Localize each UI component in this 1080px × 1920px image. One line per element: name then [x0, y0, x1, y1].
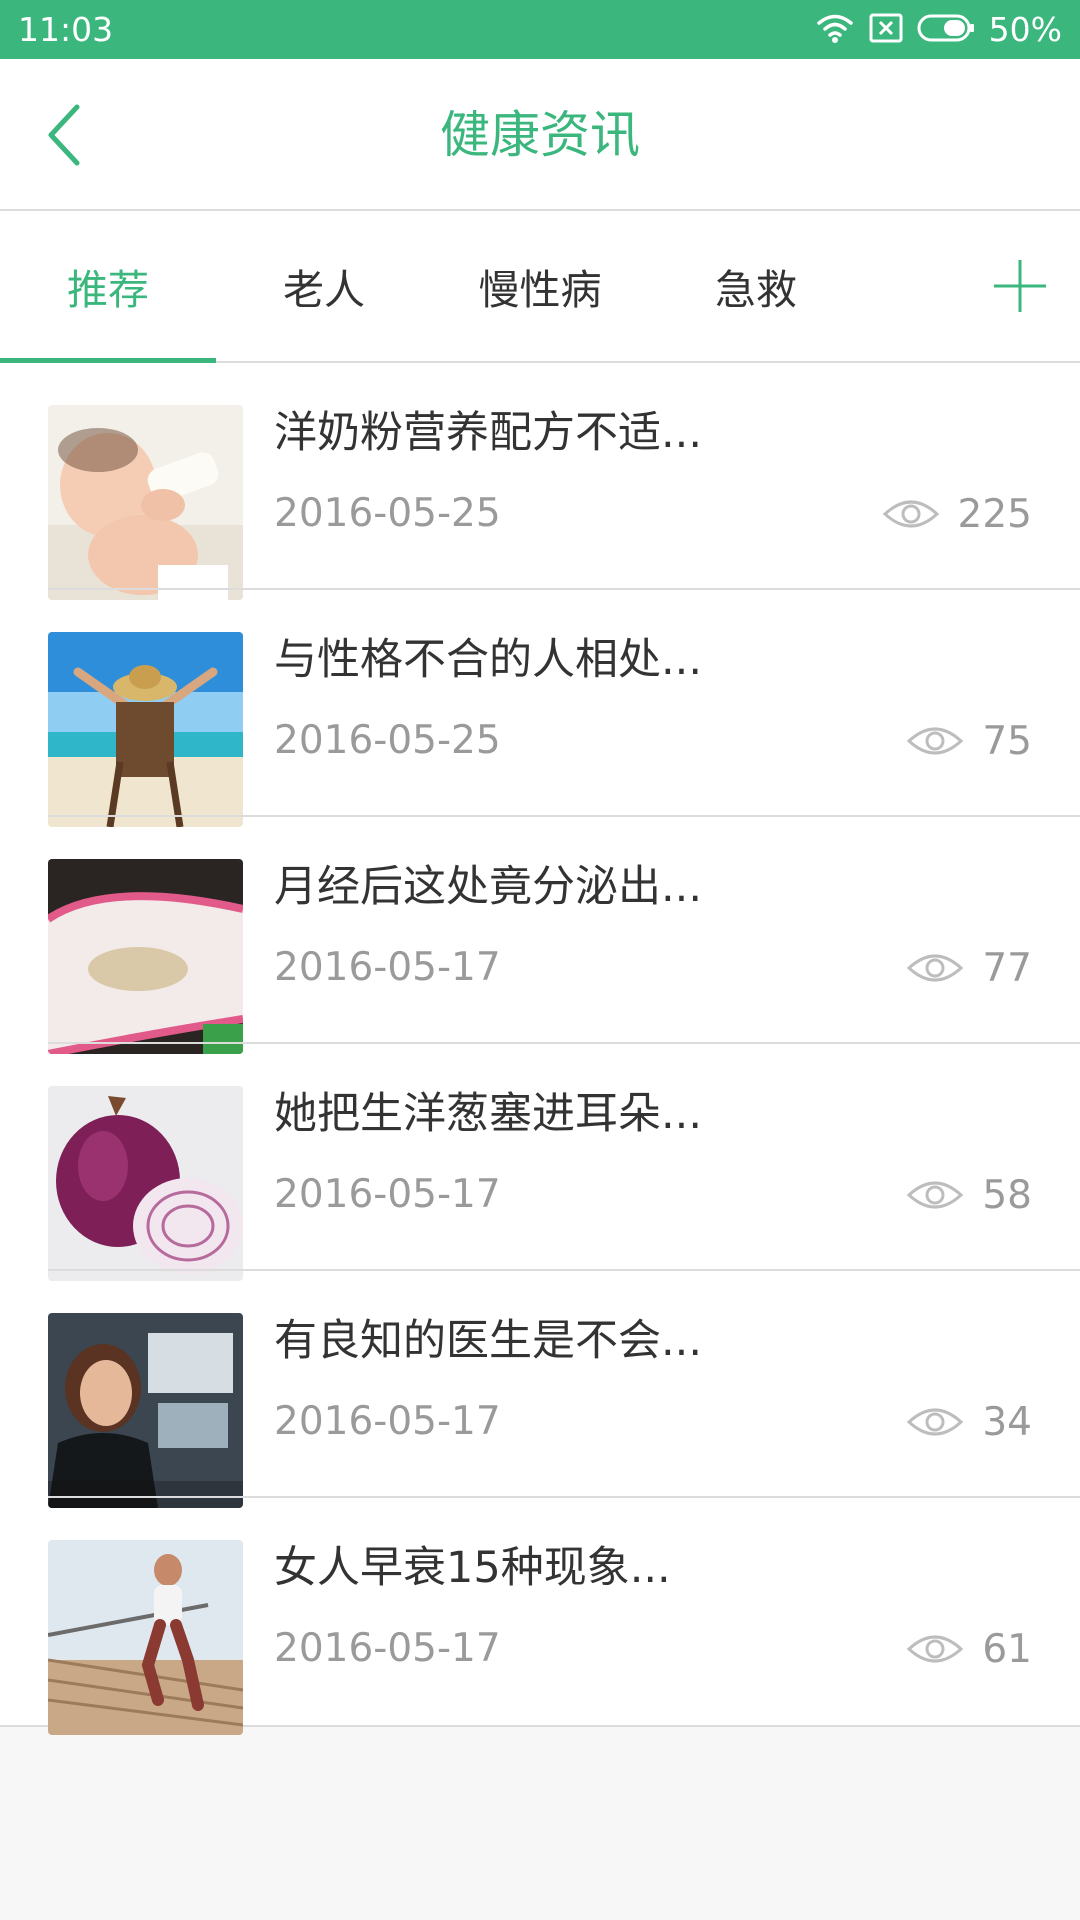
article-date: 2016-05-17 [274, 1626, 501, 1671]
runner-stairs-thumbnail [48, 1540, 243, 1735]
app-screen: 11:03 50% 健康资讯 推荐 老人 慢性病 急救 洋奶粉营养配方不适...… [0, 0, 1080, 1920]
article-title: 月经后这处竟分泌出... [274, 862, 703, 912]
title-bar: 健康资讯 [0, 59, 1080, 211]
eye-icon [907, 1408, 964, 1436]
article-date: 2016-05-17 [274, 945, 501, 990]
chevron-left-icon [48, 104, 80, 166]
list-item[interactable]: 女人早衰15种现象... 2016-05-17 61 [0, 1498, 1080, 1735]
article-list: 洋奶粉营养配方不适... 2016-05-25 225 与性格不合的人相处...… [0, 363, 1080, 1735]
article-title: 洋奶粉营养配方不适... [274, 408, 703, 458]
red-onion-thumbnail [48, 1086, 243, 1281]
tab-label: 推荐 [67, 266, 149, 314]
tab-recommend[interactable]: 推荐 [0, 211, 216, 363]
view-count-value: 77 [982, 945, 1032, 991]
view-count-value: 34 [982, 1399, 1032, 1445]
view-count-value: 58 [982, 1172, 1032, 1218]
status-bar: 11:03 50% [0, 0, 1080, 59]
doctor-video-thumbnail [48, 1313, 243, 1508]
tab-label: 慢性病 [478, 266, 602, 314]
status-time: 11:03 [18, 10, 114, 49]
category-tabs: 推荐 老人 慢性病 急救 [0, 211, 1080, 363]
article-date: 2016-05-25 [274, 718, 501, 763]
article-date: 2016-05-17 [274, 1399, 501, 1444]
plus-icon [994, 260, 1046, 312]
battery-percent: 50% [988, 10, 1062, 49]
eye-icon [907, 1181, 964, 1209]
view-count: 77 [906, 943, 1032, 993]
list-item[interactable]: 与性格不合的人相处... 2016-05-25 75 [0, 590, 1080, 827]
baby-bottle-thumbnail [48, 405, 243, 600]
tab-chronic-disease[interactable]: 慢性病 [432, 211, 648, 361]
view-count: 34 [906, 1397, 1032, 1447]
beach-chair-thumbnail [48, 632, 243, 827]
battery-icon [917, 14, 975, 46]
eye-icon [882, 500, 939, 528]
status-icons: 50% [815, 10, 1062, 50]
tab-label: 急救 [715, 266, 797, 314]
list-item[interactable]: 月经后这处竟分泌出... 2016-05-17 77 [0, 817, 1080, 1054]
list-item[interactable]: 她把生洋葱塞进耳朵... 2016-05-17 58 [0, 1044, 1080, 1281]
underwear-thumbnail [48, 859, 243, 1054]
article-title: 女人早衰15种现象... [274, 1543, 671, 1593]
article-date: 2016-05-17 [274, 1172, 501, 1217]
add-category-button[interactable] [980, 246, 1060, 326]
view-count-value: 61 [982, 1626, 1032, 1672]
tab-elderly[interactable]: 老人 [216, 211, 432, 361]
view-count: 75 [906, 716, 1032, 766]
back-button[interactable] [30, 99, 100, 171]
view-count-value: 225 [957, 491, 1032, 537]
article-title: 与性格不合的人相处... [274, 635, 703, 685]
article-title: 有良知的医生是不会... [274, 1316, 703, 1366]
tab-first-aid[interactable]: 急救 [648, 211, 864, 361]
page-title: 健康资讯 [440, 106, 640, 164]
article-title: 她把生洋葱塞进耳朵... [274, 1089, 703, 1139]
view-count-value: 75 [982, 718, 1032, 764]
eye-icon [907, 1635, 964, 1663]
view-count: 61 [906, 1624, 1032, 1674]
list-item[interactable]: 有良知的医生是不会... 2016-05-17 34 [0, 1271, 1080, 1508]
list-item[interactable]: 洋奶粉营养配方不适... 2016-05-25 225 [0, 363, 1080, 600]
eye-icon [907, 954, 964, 982]
wifi-icon [815, 12, 855, 48]
tab-label: 老人 [283, 266, 365, 314]
article-date: 2016-05-25 [274, 491, 501, 536]
no-sim-icon [869, 13, 903, 47]
view-count: 58 [906, 1170, 1032, 1220]
eye-icon [907, 727, 964, 755]
view-count: 225 [882, 489, 1032, 539]
